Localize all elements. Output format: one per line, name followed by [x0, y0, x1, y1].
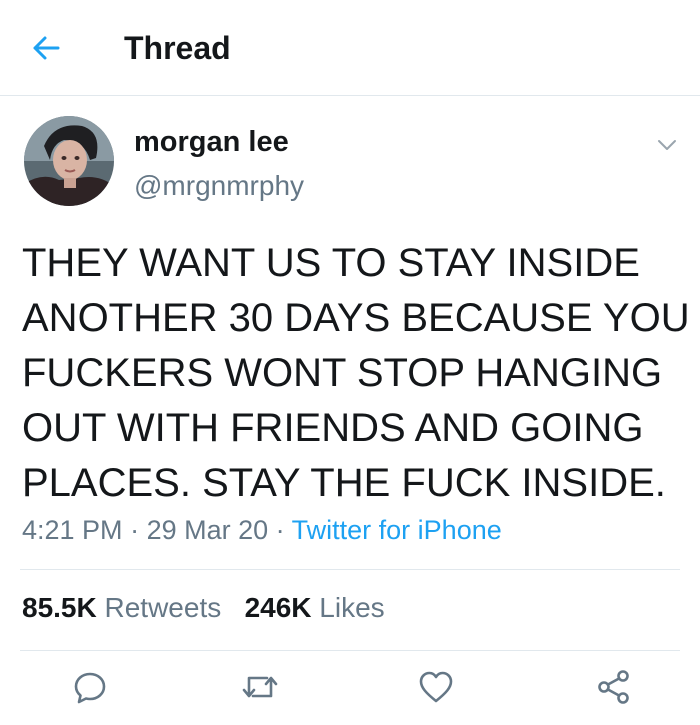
author-name[interactable]: morgan lee — [134, 124, 289, 160]
likes-stat[interactable]: 246K Likes — [245, 592, 385, 623]
likes-label: Likes — [319, 592, 385, 623]
divider — [20, 650, 680, 651]
thread-header: Thread — [0, 0, 700, 96]
author-handle[interactable]: @mrgnmrphy — [134, 168, 304, 204]
tweet-date: 29 Mar 20 — [146, 515, 269, 545]
share-icon — [598, 670, 629, 704]
retweets-count: 85.5K — [22, 592, 97, 623]
tweet-text: THEY WANT US TO STAY INSIDE ANOTHER 30 D… — [22, 241, 690, 505]
reply-button[interactable] — [70, 667, 110, 707]
tweet-meta: 4:21 PM · 29 Mar 20 · Twitter for iPhone — [22, 512, 502, 548]
avatar-image — [24, 116, 114, 206]
avatar[interactable] — [24, 116, 114, 206]
share-button[interactable] — [594, 667, 634, 707]
tweet-stats: 85.5K Retweets 246K Likes — [22, 590, 385, 626]
heart-icon — [419, 671, 453, 703]
retweet-button[interactable] — [240, 667, 280, 707]
chevron-down-icon — [658, 140, 676, 150]
tweet-actions — [0, 662, 700, 712]
meta-separator: · — [268, 515, 292, 545]
like-button[interactable] — [416, 667, 456, 707]
retweets-label: Retweets — [104, 592, 222, 623]
retweet-icon — [242, 676, 278, 698]
tweet-source-link[interactable]: Twitter for iPhone — [292, 515, 502, 545]
tweet-menu-button[interactable] — [656, 134, 678, 156]
divider — [20, 569, 680, 570]
likes-count: 246K — [244, 592, 312, 623]
arrow-left-icon — [33, 36, 60, 60]
tweet-time: 4:21 PM — [22, 515, 123, 545]
reply-icon — [74, 672, 106, 704]
page-title: Thread — [124, 30, 231, 66]
retweets-stat[interactable]: 85.5K Retweets — [22, 592, 221, 623]
meta-separator: · — [122, 515, 147, 545]
back-button[interactable] — [28, 30, 64, 66]
